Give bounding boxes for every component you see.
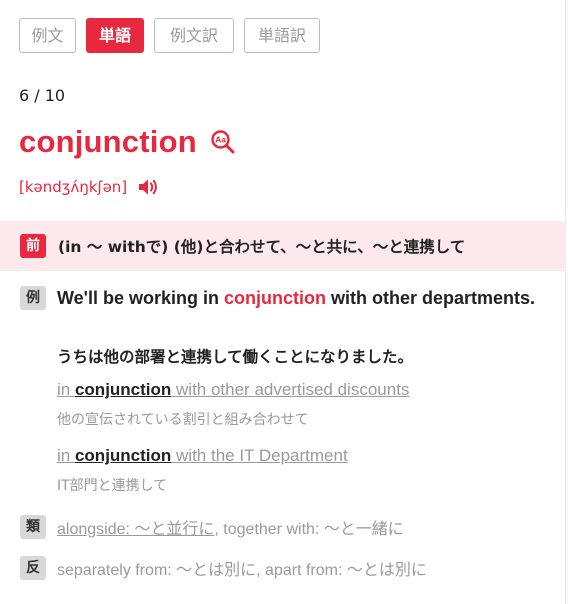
collocation-suffix: with the IT Department	[171, 446, 348, 465]
collocation-link[interactable]: in conjunction with other advertised dis…	[57, 380, 409, 400]
synonyms-rest: , together with: ～と一緒に	[214, 521, 404, 538]
synonyms-row: 類 alongside: ～と並行に, together with: ～と一緒に	[20, 515, 404, 539]
collocation-keyword: conjunction	[74, 446, 172, 465]
definition-row: 前 (in ～ withで) (他)と合わせて、～と共に、～と連携して	[0, 221, 566, 271]
collocation-item: in conjunction with other advertised dis…	[57, 380, 409, 429]
collocation-link[interactable]: in conjunction with the IT Department	[57, 446, 348, 466]
collocation-prefix: in	[57, 446, 75, 465]
antonym-badge: 反	[20, 556, 46, 580]
mode-tabs: 例文 単語 例文訳 単語訳	[19, 18, 320, 53]
collocation-item: in conjunction with the IT Department IT…	[57, 446, 348, 495]
collocation-suffix: with other advertised discounts	[171, 380, 410, 399]
dictionary-lookup-icon[interactable]: Aa	[210, 129, 236, 155]
example-sentence: We'll be working in conjunction with oth…	[57, 285, 537, 311]
example-sentence-after: with other departments.	[325, 288, 535, 308]
headword-row: conjunction Aa	[19, 124, 236, 160]
antonyms-text: separately from: ～とは別に, apart from: ～とは別…	[57, 562, 427, 579]
synonym-badge: 類	[20, 515, 46, 539]
example-sentence-highlight: conjunction	[223, 288, 326, 308]
speaker-icon[interactable]	[137, 176, 159, 198]
collocation-keyword: conjunction	[74, 380, 172, 399]
progress-counter: 6 / 10	[19, 86, 66, 105]
pronunciation: [kəndʒʌ́ŋkʃən]	[19, 178, 128, 196]
example-translation: うちは他の部署と連携して働くことになりました。	[57, 348, 414, 366]
pronunciation-row: [kəndʒʌ́ŋkʃən]	[19, 176, 159, 198]
synonym-link[interactable]: alongside: ～と並行に	[57, 521, 214, 538]
collocation-prefix: in	[57, 380, 75, 399]
synonyms-text: alongside: ～と並行に, together with: ～と一緒に	[57, 515, 404, 539]
word-card: 例文 単語 例文訳 単語訳 6 / 10 conjunction Aa [kən…	[0, 0, 566, 604]
svg-text:Aa: Aa	[215, 135, 226, 145]
tab-word-translation[interactable]: 単語訳	[244, 18, 320, 53]
tab-word[interactable]: 単語	[86, 18, 144, 53]
collocation-translation: 他の宣伝されている割引と組み合わせて	[57, 412, 309, 428]
example-badge: 例	[20, 286, 46, 310]
definition-text: (in ～ withで) (他)と合わせて、～と共に、～と連携して	[58, 238, 466, 256]
collocation-translation: IT部門と連携して	[57, 478, 168, 494]
antonyms-row: 反 separately from: ～とは別に, apart from: ～と…	[20, 556, 427, 580]
tab-example-translation[interactable]: 例文訳	[154, 18, 234, 53]
headword: conjunction	[19, 124, 197, 159]
example-sentence-before: We'll be working in	[57, 288, 224, 308]
tab-example-sentence[interactable]: 例文	[19, 18, 76, 53]
part-of-speech-badge: 前	[20, 234, 46, 258]
